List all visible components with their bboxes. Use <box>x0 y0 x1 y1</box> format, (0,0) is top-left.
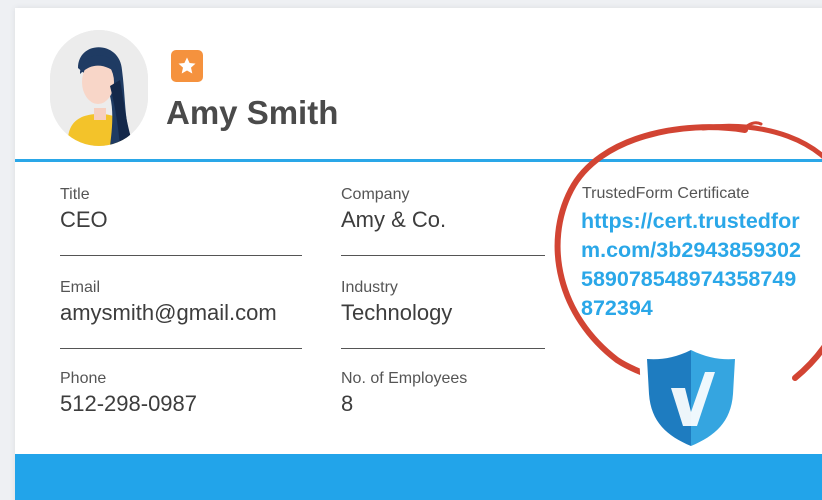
field-label: Title <box>60 186 90 203</box>
field-label: No. of Employees <box>341 370 468 387</box>
field-industry: Industry Technology <box>341 278 591 349</box>
field-divider <box>341 348 545 349</box>
field-email: Email amysmith@gmail.com <box>60 278 310 349</box>
favorite-badge[interactable] <box>171 50 203 82</box>
field-value: Amy & Co. <box>341 207 447 232</box>
contact-name: Amy Smith <box>166 94 339 131</box>
field-value: 8 <box>341 391 354 416</box>
field-divider <box>60 255 302 256</box>
field-value: Technology <box>341 300 453 325</box>
field-company: Company Amy & Co. <box>341 185 591 256</box>
field-label: Industry <box>341 279 398 296</box>
field-value: CEO <box>60 207 108 232</box>
contact-card: Amy Smith Title CEO Company Amy & Co. Em… <box>15 8 822 500</box>
header-divider <box>15 159 822 162</box>
field-label: Phone <box>60 370 107 387</box>
field-phone: Phone 512-298-0987 <box>60 369 310 419</box>
avatar <box>50 30 148 146</box>
field-value: 512-298-0987 <box>60 391 198 416</box>
field-title: Title CEO <box>60 185 310 256</box>
field-divider <box>341 255 545 256</box>
star-icon <box>178 57 196 74</box>
certificate-label: TrustedForm Certificate <box>582 185 750 202</box>
field-value: amysmith@gmail.com <box>60 300 277 325</box>
verified-shield-icon <box>639 342 743 454</box>
field-label: Email <box>60 279 101 296</box>
footer-bar <box>15 454 822 500</box>
field-divider <box>60 348 302 349</box>
certificate-link[interactable]: https://cert.trustedform.com/3b294385930… <box>581 207 801 323</box>
field-label: Company <box>341 186 410 203</box>
field-employees: No. of Employees 8 <box>341 369 591 419</box>
